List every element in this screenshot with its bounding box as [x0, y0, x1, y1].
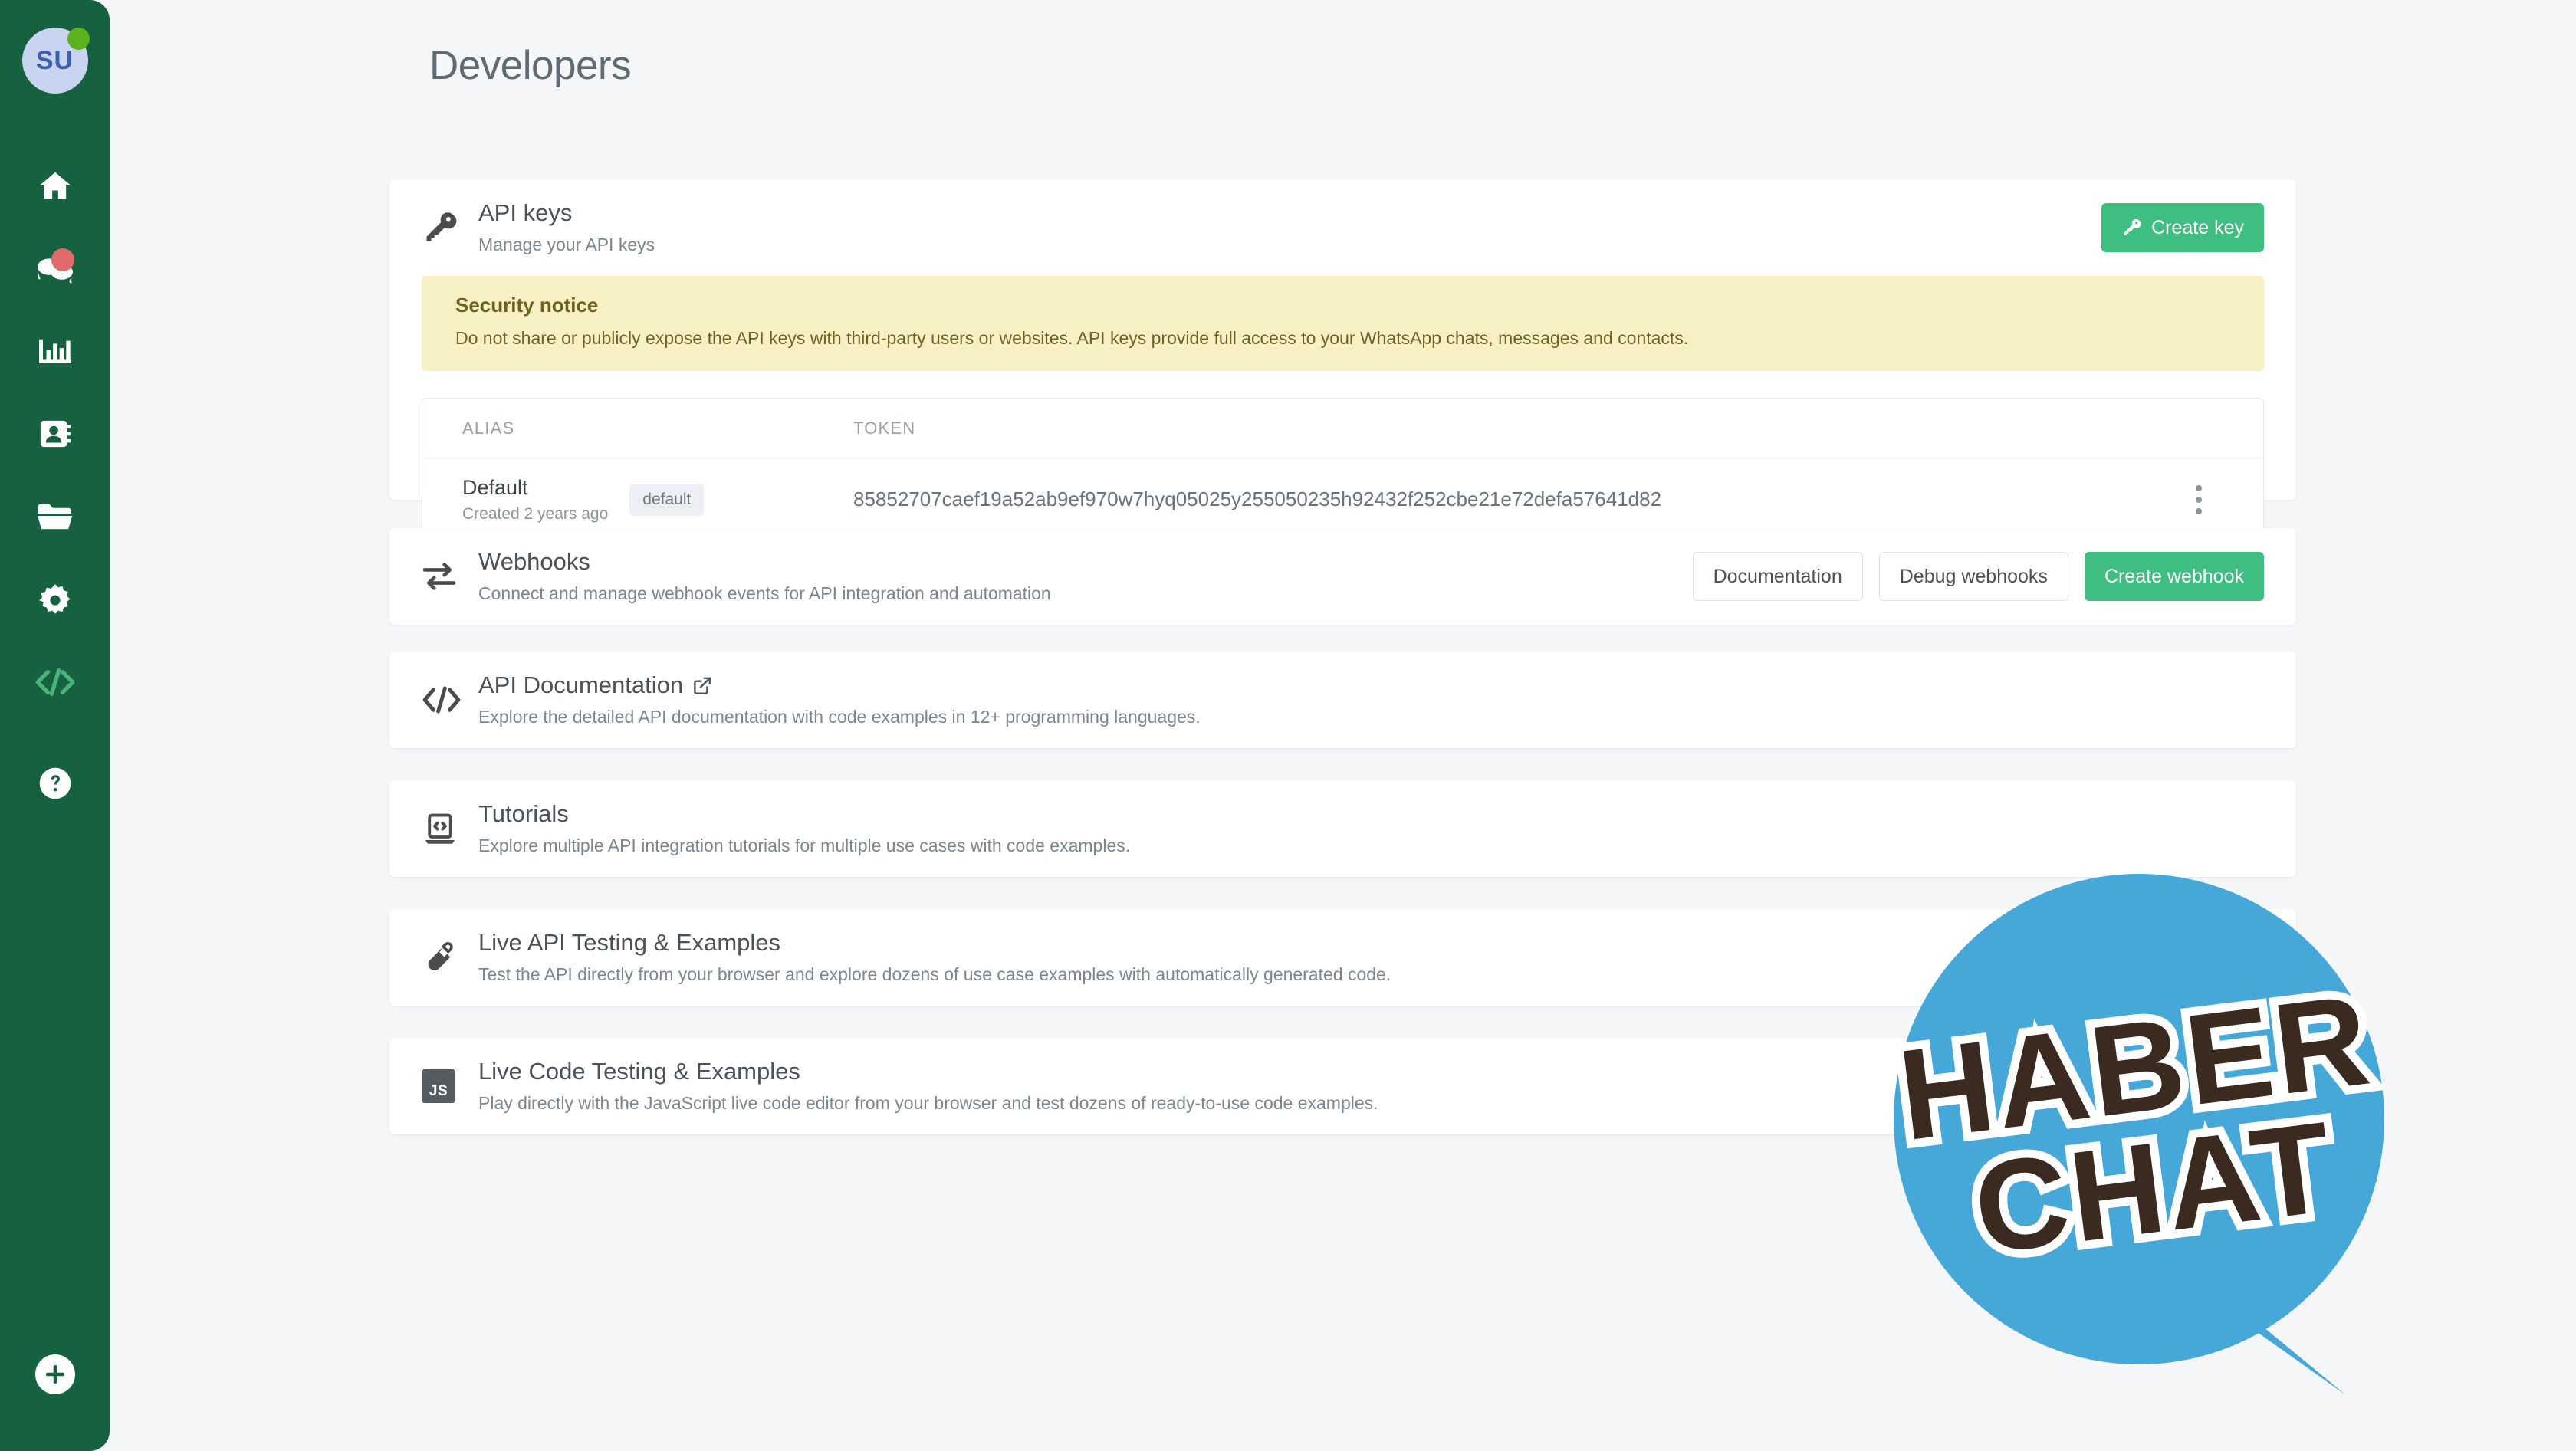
- create-key-label: Create key: [2151, 216, 2244, 238]
- home-icon: [40, 172, 70, 199]
- api-documentation-title: API Documentation: [478, 671, 2264, 701]
- sidebar-item-statistics[interactable]: [0, 310, 110, 392]
- code-icon: [34, 668, 75, 696]
- tutorials-title: Tutorials: [478, 800, 569, 828]
- laptop-code-icon: [422, 812, 478, 845]
- documentation-button[interactable]: Documentation: [1692, 552, 1863, 601]
- cell-alias: Default Created 2 years ago default: [462, 475, 853, 524]
- alias-name: Default: [462, 475, 528, 499]
- gear-icon: [38, 584, 70, 614]
- tutorials-header: Tutorials Explore multiple API integrati…: [389, 780, 2296, 877]
- api-documentation-title-label: API Documentation: [478, 671, 684, 699]
- sidebar-item-chats[interactable]: [0, 227, 110, 310]
- add-button[interactable]: [34, 1354, 75, 1394]
- live-code-testing-title: Live Code Testing & Examples: [478, 1058, 800, 1085]
- live-code-testing-card[interactable]: JS Live Code Testing & Examples Play dir…: [389, 1038, 2296, 1134]
- create-key-button[interactable]: Create key: [2101, 203, 2264, 252]
- js-badge-icon: JS: [422, 1069, 478, 1103]
- api-keys-card: API keys Manage your API keys Create key…: [389, 179, 2296, 542]
- avatar[interactable]: SU: [21, 28, 90, 94]
- tutorials-subtitle: Explore multiple API integration tutoria…: [478, 835, 1131, 855]
- webhooks-subtitle: Connect and manage webhook events for AP…: [478, 583, 1051, 603]
- page-title: Developers: [429, 43, 632, 88]
- external-link-icon[interactable]: [692, 676, 711, 695]
- api-documentation-subtitle: Explore the detailed API documentation w…: [478, 706, 1201, 727]
- main-content: Developers API keys Manage your API keys: [110, 0, 2576, 1451]
- key-icon: [422, 210, 478, 245]
- api-keys-subtitle: Manage your API keys: [478, 234, 656, 254]
- row-menu-button[interactable]: [2174, 484, 2223, 514]
- contacts-icon: [40, 420, 71, 448]
- bar-chart-icon: [38, 339, 71, 364]
- api-keys-table: ALIAS TOKEN Default Created 2 years ago …: [422, 398, 2264, 542]
- column-header-alias: ALIAS: [462, 418, 515, 438]
- key-icon-small: [2124, 218, 2141, 235]
- sidebar-nav: [0, 144, 110, 825]
- webhooks-title: Webhooks: [478, 548, 590, 576]
- js-badge-label: JS: [422, 1069, 455, 1103]
- webhooks-card: Webhooks Connect and manage webhook even…: [389, 528, 2296, 625]
- live-code-testing-subtitle: Play directly with the JavaScript live c…: [478, 1092, 1378, 1113]
- security-notice-text: Do not share or publicly expose the API …: [455, 328, 1689, 348]
- sidebar-item-help[interactable]: [0, 742, 110, 825]
- online-status-dot: [67, 28, 90, 50]
- api-keys-text: API keys Manage your API keys: [478, 199, 2101, 257]
- test-tube-icon: [422, 940, 478, 975]
- live-code-testing-text: Live Code Testing & Examples Play direct…: [478, 1057, 2264, 1115]
- add-icon: [45, 1364, 64, 1384]
- debug-webhooks-button[interactable]: Debug webhooks: [1878, 552, 2068, 601]
- create-webhook-button[interactable]: Create webhook: [2084, 552, 2264, 601]
- webhooks-header: Webhooks Connect and manage webhook even…: [389, 528, 2296, 625]
- tutorials-card[interactable]: Tutorials Explore multiple API integrati…: [389, 780, 2296, 877]
- sidebar-item-contacts[interactable]: [0, 392, 110, 475]
- live-api-testing-title: Live API Testing & Examples: [478, 929, 781, 957]
- column-header-token: TOKEN: [853, 418, 916, 438]
- sidebar-item-settings[interactable]: [0, 558, 110, 641]
- default-chip: default: [629, 483, 705, 516]
- help-icon: [39, 767, 71, 799]
- api-documentation-card[interactable]: API Documentation Explore the detailed A…: [389, 652, 2296, 748]
- sidebar-item-developers[interactable]: [0, 641, 110, 724]
- sidebar-item-files[interactable]: [0, 475, 110, 558]
- alias-block: Default Created 2 years ago: [462, 475, 608, 524]
- live-api-testing-text: Live API Testing & Examples Test the API…: [478, 928, 2264, 986]
- api-keys-header: API keys Manage your API keys Create key: [389, 179, 2296, 276]
- cell-token[interactable]: 85852707caef19a52ab9ef970w7hyq05025y2550…: [853, 487, 2174, 511]
- api-keys-actions: Create key: [2101, 203, 2264, 252]
- sidebar-item-home[interactable]: [0, 144, 110, 227]
- live-api-testing-card[interactable]: Live API Testing & Examples Test the API…: [389, 909, 2296, 1006]
- live-api-testing-subtitle: Test the API directly from your browser …: [478, 964, 1392, 984]
- table-header-row: ALIAS TOKEN: [422, 399, 2263, 459]
- webhooks-text: Webhooks Connect and manage webhook even…: [478, 547, 1693, 606]
- folder-icon: [37, 504, 72, 530]
- security-notice: Security notice Do not share or publicly…: [422, 276, 2264, 372]
- api-documentation-text: API Documentation Explore the detailed A…: [478, 671, 2264, 729]
- transfer-icon: [422, 561, 478, 592]
- kebab-menu-icon: [2196, 484, 2202, 514]
- code-icon: [422, 684, 478, 715]
- live-code-testing-header: JS Live Code Testing & Examples Play dir…: [389, 1038, 2296, 1134]
- webhooks-actions: Documentation Debug webhooks Create webh…: [1692, 552, 2264, 601]
- live-api-testing-header: Live API Testing & Examples Test the API…: [389, 909, 2296, 1006]
- api-keys-title: API keys: [478, 199, 573, 227]
- tutorials-text: Tutorials Explore multiple API integrati…: [478, 799, 2264, 858]
- security-notice-title: Security notice: [455, 294, 599, 317]
- alias-created: Created 2 years ago: [462, 505, 609, 524]
- api-documentation-header: API Documentation Explore the detailed A…: [389, 652, 2296, 748]
- sidebar: SU: [0, 0, 110, 1451]
- chats-unread-badge: [51, 248, 74, 271]
- sidebar-footer: [34, 1354, 75, 1394]
